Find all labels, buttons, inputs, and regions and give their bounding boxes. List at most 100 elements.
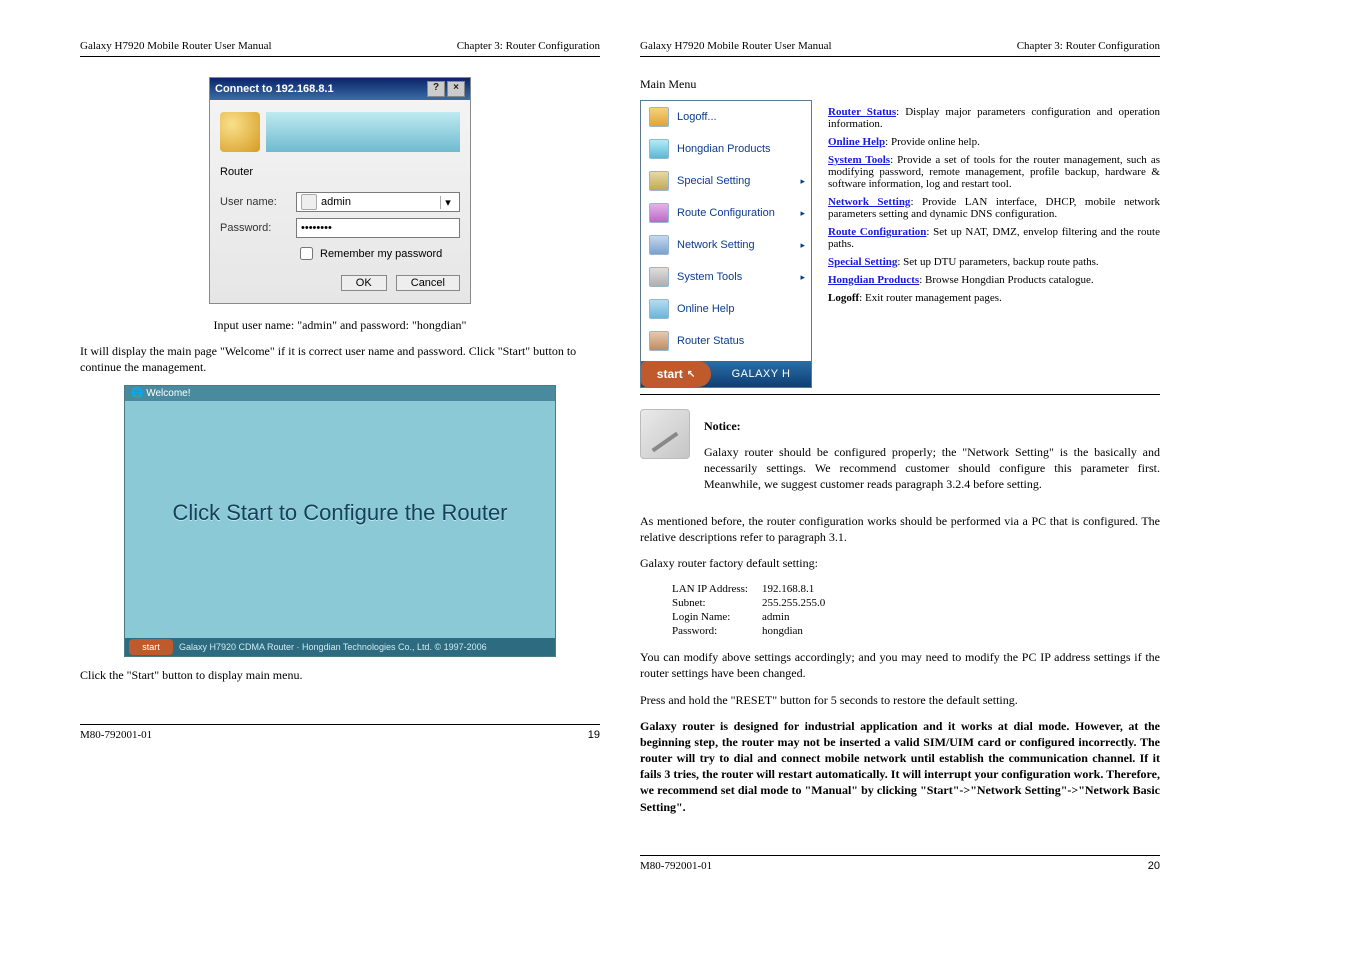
special-icon (649, 171, 669, 191)
menu-item-online-help[interactable]: Online Help (641, 293, 811, 325)
link-network-setting[interactable]: Network Setting (828, 196, 910, 208)
login-dialog: Connect to 192.168.8.1 ? × Router User n… (209, 77, 471, 304)
page-footer: M80-792001-01 20 (640, 855, 1160, 872)
page-footer: M80-792001-01 19 (80, 724, 600, 741)
label-logoff: Logoff (828, 292, 859, 304)
menu-label: Hongdian Products (677, 143, 771, 155)
username-input[interactable]: admin ▾ (296, 192, 460, 212)
notice-heading: Notice: (704, 419, 1160, 434)
default-settings-table: LAN IP Address:192.168.8.1 Subnet:255.25… (670, 581, 839, 639)
para-welcome-desc: It will display the main page "Welcome" … (80, 343, 600, 375)
table-row: LAN IP Address:192.168.8.1 (672, 583, 837, 595)
page-header: Galaxy H7920 Mobile Router User Manual C… (640, 40, 1160, 57)
page-19: Galaxy H7920 Mobile Router User Manual C… (80, 40, 600, 872)
user-icon (301, 194, 317, 210)
welcome-screenshot: 🌐 Welcome! Click Start to Configure the … (124, 385, 556, 657)
submenu-arrow-icon: ▸ (800, 176, 805, 187)
submenu-arrow-icon: ▸ (800, 240, 805, 251)
dialog-banner (266, 112, 460, 152)
setting-value: hongdian (762, 625, 837, 637)
link-route-configuration[interactable]: Route Configuration (828, 226, 926, 238)
menu-item-router-status[interactable]: Router Status (641, 325, 811, 357)
header-left: Galaxy H7920 Mobile Router User Manual (640, 40, 832, 52)
setting-key: Login Name: (672, 611, 760, 623)
menu-label: Online Help (677, 303, 734, 315)
doc-number: M80-792001-01 (80, 729, 152, 741)
menu-label: Router Status (677, 335, 744, 347)
menu-descriptions: Router Status: Display major parameters … (828, 100, 1160, 388)
menu-item-network-setting[interactable]: Network Setting ▸ (641, 229, 811, 261)
dialog-title-text: Connect to 192.168.8.1 (215, 83, 334, 95)
header-right: Chapter 3: Router Configuration (457, 40, 600, 52)
menu-item-hongdian-products[interactable]: Hongdian Products (641, 133, 811, 165)
menu-label: Network Setting (677, 239, 755, 251)
table-row: Subnet:255.255.255.0 (672, 597, 837, 609)
dialog-titlebar: Connect to 192.168.8.1 ? × (210, 78, 470, 100)
notice-para1: Galaxy router should be configured prope… (704, 444, 1160, 493)
desc-text: : Provide online help. (885, 136, 980, 148)
para-defaults-intro: Galaxy router factory default setting: (640, 555, 1160, 571)
setting-key: Password: (672, 625, 760, 637)
welcome-headline: Click Start to Configure the Router (125, 500, 555, 526)
tools-icon (649, 267, 669, 287)
page-number: 19 (588, 729, 600, 741)
caption-credentials: Input user name: "admin" and password: "… (80, 318, 600, 333)
products-icon (649, 139, 669, 159)
dialog-realm: Router (220, 166, 460, 178)
help-icon[interactable]: ? (427, 81, 445, 97)
logoff-icon (649, 107, 669, 127)
menu-item-special-setting[interactable]: Special Setting ▸ (641, 165, 811, 197)
cursor-icon: ↖ (687, 369, 695, 380)
keys-icon (220, 112, 260, 152)
main-menu-heading: Main Menu (640, 77, 1160, 92)
menu-label: Special Setting (677, 175, 750, 187)
menu-label: Route Configuration (677, 207, 775, 219)
menu-item-route-configuration[interactable]: Route Configuration ▸ (641, 197, 811, 229)
cancel-button[interactable]: Cancel (396, 275, 460, 291)
page-header: Galaxy H7920 Mobile Router User Manual C… (80, 40, 600, 57)
page-number: 20 (1148, 860, 1160, 872)
menu-label: Logoff... (677, 111, 717, 123)
start-label: start (657, 367, 683, 381)
header-left: Galaxy H7920 Mobile Router User Manual (80, 40, 272, 52)
para-modify: You can modify above settings accordingl… (640, 649, 1160, 681)
link-special-setting[interactable]: Special Setting (828, 256, 897, 268)
username-value: admin (321, 196, 351, 208)
password-value: •••••••• (301, 222, 332, 234)
start-button[interactable]: start ↖ (641, 361, 711, 387)
pencil-icon (640, 409, 690, 459)
table-row: Login Name:admin (672, 611, 837, 623)
menu-item-system-tools[interactable]: System Tools ▸ (641, 261, 811, 293)
main-menu-panel: Logoff... Hongdian Products Special Sett… (640, 100, 812, 388)
doc-number: M80-792001-01 (640, 860, 712, 872)
network-icon (649, 235, 669, 255)
link-hongdian-products[interactable]: Hongdian Products (828, 274, 919, 286)
password-input[interactable]: •••••••• (296, 218, 460, 238)
welcome-footer-text: Galaxy H7920 CDMA Router · Hongdian Tech… (179, 642, 487, 652)
desc-text: : Browse Hongdian Products catalogue. (919, 274, 1093, 286)
remember-checkbox[interactable] (300, 247, 313, 260)
page-20: Galaxy H7920 Mobile Router User Manual C… (640, 40, 1160, 872)
link-online-help[interactable]: Online Help (828, 136, 885, 148)
password-label: Password: (220, 222, 290, 234)
setting-value: 255.255.255.0 (762, 597, 837, 609)
desc-text: : Exit router management pages. (859, 292, 1002, 304)
status-icon (649, 331, 669, 351)
caption-start: Click the "Start" button to display main… (80, 667, 600, 683)
setting-value: admin (762, 611, 837, 623)
menu-item-logoff[interactable]: Logoff... (641, 101, 811, 133)
username-label: User name: (220, 196, 290, 208)
submenu-arrow-icon: ▸ (800, 208, 805, 219)
close-icon[interactable]: × (447, 81, 465, 97)
route-icon (649, 203, 669, 223)
submenu-arrow-icon: ▸ (800, 272, 805, 283)
desc-text: : Set up DTU parameters, backup route pa… (897, 256, 1098, 268)
chevron-down-icon[interactable]: ▾ (440, 196, 455, 209)
link-router-status[interactable]: Router Status (828, 106, 896, 118)
menu-start-bar: start ↖ GALAXY H (641, 361, 811, 387)
setting-key: Subnet: (672, 597, 760, 609)
welcome-start-button[interactable]: start (129, 639, 173, 655)
remember-label: Remember my password (320, 248, 442, 260)
ok-button[interactable]: OK (341, 275, 387, 291)
link-system-tools[interactable]: System Tools (828, 154, 890, 166)
